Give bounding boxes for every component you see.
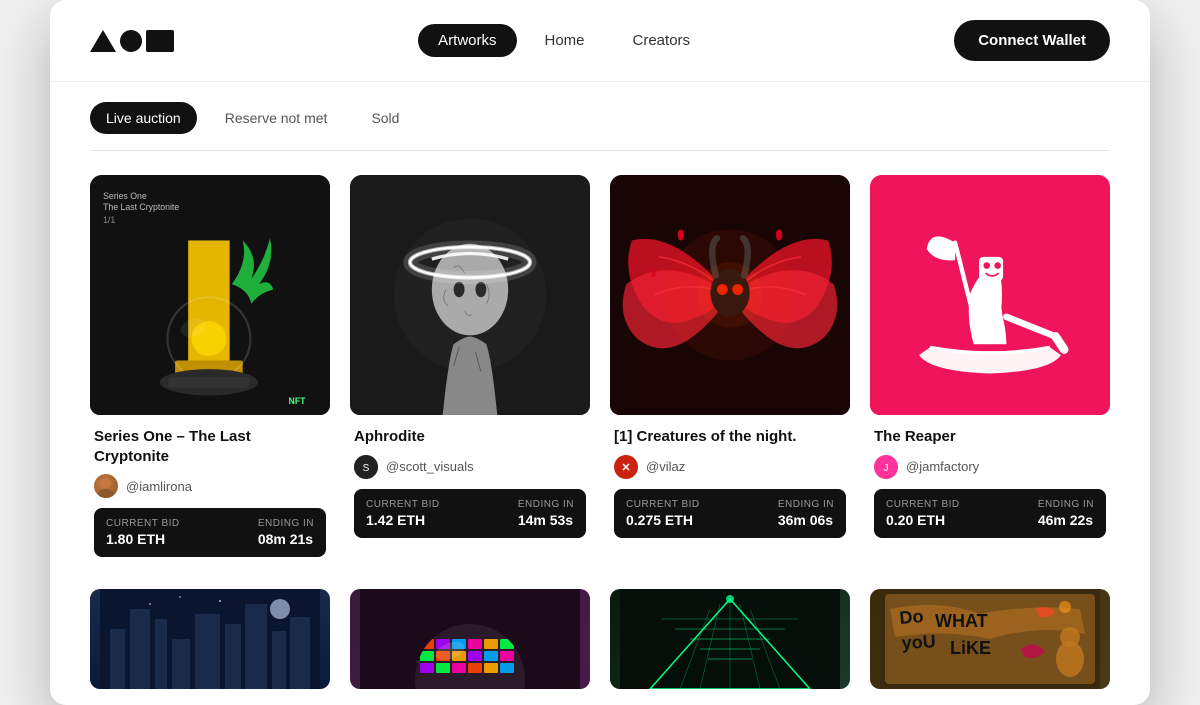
card-3-ending-group: Ending in 36m 06s	[778, 499, 834, 528]
artwork-image-3	[610, 175, 850, 415]
card-2[interactable]: Aphrodite S @scott_visuals Current bid 1…	[350, 175, 590, 565]
card-1-title: Series One – The Last Cryptonite	[94, 427, 326, 466]
card-2-ending-value: 14m 53s	[518, 512, 574, 528]
main-nav: Artworks Home Creators	[418, 24, 710, 57]
artwork-image-2	[350, 175, 590, 415]
card-3-creator-name: @vilaz	[646, 459, 685, 474]
bottom-card-1[interactable]	[90, 589, 330, 689]
nav-artworks[interactable]: Artworks	[418, 24, 516, 57]
card-4-avatar: J	[874, 455, 898, 479]
bottom-card-3[interactable]	[610, 589, 850, 689]
card-2-info: Aphrodite S @scott_visuals Current bid 1…	[350, 415, 590, 546]
connect-wallet-button[interactable]: Connect Wallet	[954, 20, 1110, 61]
card-1-ending-group: Ending in 08m 21s	[258, 518, 314, 547]
card-3-ending-label: Ending in	[778, 499, 834, 510]
svg-text:J: J	[884, 463, 889, 474]
card-3[interactable]: [1] Creatures of the night. ✕ @vilaz Cur…	[610, 175, 850, 565]
card-4-ending-group: Ending in 46m 22s	[1038, 499, 1094, 528]
card-2-bid-value: 1.42 ETH	[366, 512, 440, 528]
card-1-info: Series One – The Last Cryptonite @iamlir…	[90, 415, 330, 565]
card-4[interactable]: The Reaper J @jamfactory Current bid 0.2…	[870, 175, 1110, 565]
card-3-bid-group: Current bid 0.275 ETH	[626, 499, 700, 528]
nav-creators[interactable]: Creators	[613, 24, 711, 57]
card-2-bid: Current bid 1.42 ETH Ending in 14m 53s	[354, 489, 586, 538]
card-4-bid-label: Current bid	[886, 499, 960, 510]
card-4-info: The Reaper J @jamfactory Current bid 0.2…	[870, 415, 1110, 546]
bottom-grid: Do WHAT yoU LiKE	[50, 589, 1150, 705]
card-1-creator: @iamlirona	[94, 474, 326, 498]
svg-text:LiKE: LiKE	[950, 638, 991, 658]
card-4-bid: Current bid 0.20 ETH Ending in 46m 22s	[874, 489, 1106, 538]
header: Artworks Home Creators Connect Wallet	[50, 0, 1150, 82]
card-1-avatar	[94, 474, 118, 498]
svg-text:WHAT: WHAT	[935, 611, 988, 631]
card-2-bid-label: Current bid	[366, 499, 440, 510]
logo-rect-icon	[146, 30, 174, 52]
card-1[interactable]: Series One The Last Cryptonite 1/1 NFT S…	[90, 175, 330, 565]
card-2-avatar: S	[354, 455, 378, 479]
svg-text:1/1: 1/1	[103, 215, 115, 225]
card-1-bid-label: Current bid	[106, 518, 180, 529]
bottom-card-2[interactable]	[350, 589, 590, 689]
card-4-title: The Reaper	[874, 427, 1106, 447]
card-3-avatar: ✕	[614, 455, 638, 479]
card-1-ending-label: Ending in	[258, 518, 314, 529]
card-1-bid: Current bid 1.80 ETH Ending in 08m 21s	[94, 508, 326, 557]
artwork-image-4	[870, 175, 1110, 415]
card-3-title: [1] Creatures of the night.	[614, 427, 846, 447]
filter-reserve-not-met[interactable]: Reserve not met	[209, 102, 344, 134]
card-3-info: [1] Creatures of the night. ✕ @vilaz Cur…	[610, 415, 850, 546]
artwork-image-1: Series One The Last Cryptonite 1/1 NFT	[90, 175, 330, 415]
card-3-ending-value: 36m 06s	[778, 512, 834, 528]
svg-text:Series One: Series One	[103, 191, 147, 201]
svg-text:NFT: NFT	[289, 396, 307, 406]
filters: Live auction Reserve not met Sold	[50, 82, 1150, 150]
svg-text:yoU: yoU	[901, 631, 936, 653]
card-2-ending-label: Ending in	[518, 499, 574, 510]
card-4-bid-group: Current bid 0.20 ETH	[886, 499, 960, 528]
filter-live-auction[interactable]: Live auction	[90, 102, 197, 134]
card-1-ending-value: 08m 21s	[258, 531, 314, 547]
logo	[90, 30, 174, 52]
card-4-creator-name: @jamfactory	[906, 459, 979, 474]
svg-text:The Last Cryptonite: The Last Cryptonite	[103, 202, 179, 212]
svg-text:Do: Do	[899, 606, 925, 628]
card-2-title: Aphrodite	[354, 427, 586, 447]
logo-circle-icon	[120, 30, 142, 52]
card-1-bid-group: Current bid 1.80 ETH	[106, 518, 180, 547]
card-4-creator: J @jamfactory	[874, 455, 1106, 479]
svg-text:✕: ✕	[621, 462, 630, 474]
logo-triangle-icon	[90, 30, 116, 52]
svg-text:S: S	[363, 463, 370, 474]
bottom-card-4[interactable]: Do WHAT yoU LiKE	[870, 589, 1110, 689]
card-2-creator-name: @scott_visuals	[386, 459, 474, 474]
filter-sold[interactable]: Sold	[355, 102, 415, 134]
card-4-ending-label: Ending in	[1038, 499, 1094, 510]
nav-home[interactable]: Home	[525, 24, 605, 57]
card-3-bid-value: 0.275 ETH	[626, 512, 700, 528]
card-2-creator: S @scott_visuals	[354, 455, 586, 479]
card-2-bid-group: Current bid 1.42 ETH	[366, 499, 440, 528]
card-3-creator: ✕ @vilaz	[614, 455, 846, 479]
card-2-ending-group: Ending in 14m 53s	[518, 499, 574, 528]
card-4-bid-value: 0.20 ETH	[886, 512, 960, 528]
card-1-creator-name: @iamlirona	[126, 479, 192, 494]
card-3-bid-label: Current bid	[626, 499, 700, 510]
artworks-grid: Series One The Last Cryptonite 1/1 NFT S…	[50, 151, 1150, 589]
card-1-bid-value: 1.80 ETH	[106, 531, 180, 547]
browser-frame: Artworks Home Creators Connect Wallet Li…	[50, 0, 1150, 705]
card-4-ending-value: 46m 22s	[1038, 512, 1094, 528]
card-3-bid: Current bid 0.275 ETH Ending in 36m 06s	[614, 489, 846, 538]
